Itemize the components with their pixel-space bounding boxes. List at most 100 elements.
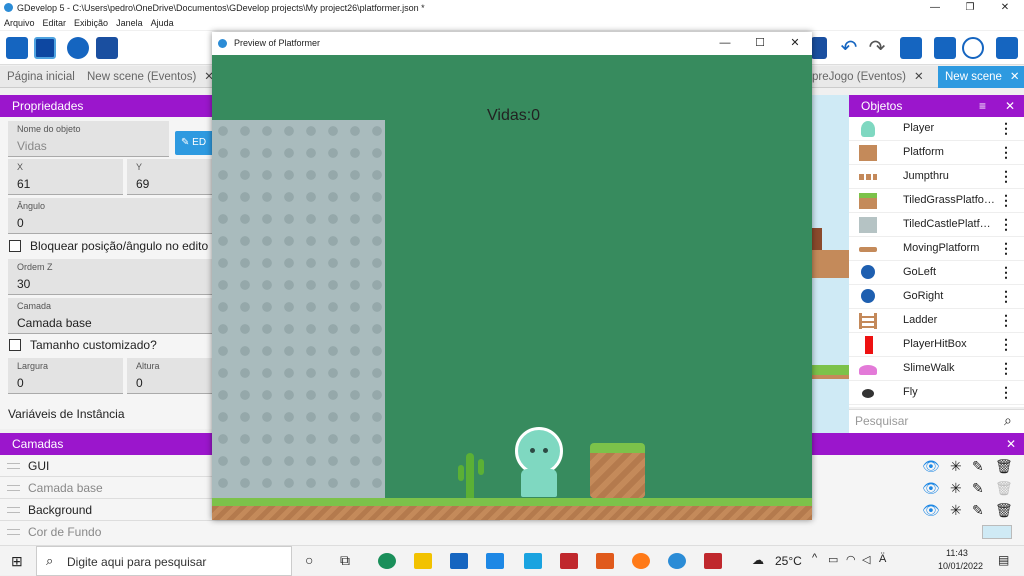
effects-sparkle-icon[interactable]: ✳ [950, 480, 962, 497]
layer-item-background-color[interactable]: Cor de Fundo [0, 521, 500, 543]
object-item-ladder[interactable]: Ladder ⋮ [849, 309, 1024, 333]
menu-exibicao[interactable]: Exibição [74, 18, 108, 28]
game-canvas[interactable]: Vidas:0 [212, 55, 812, 520]
weather-temperature[interactable]: 25°C [775, 554, 802, 568]
drag-handle-icon[interactable] [7, 507, 20, 513]
object-item-tiledgrass[interactable]: TiledGrassPlatfo… ⋮ [849, 189, 1024, 213]
menu-editar[interactable]: Editar [43, 18, 67, 28]
edit-pencil-icon[interactable]: ✎ [972, 480, 984, 497]
more-options-icon[interactable]: ⋮ [999, 312, 1013, 328]
project-manager-icon[interactable] [6, 37, 28, 59]
maximize-icon[interactable]: ❐ [955, 0, 985, 15]
mail-icon[interactable] [486, 553, 504, 569]
volume-icon[interactable]: ◁ [862, 553, 870, 566]
tab-new-scene-events[interactable]: New scene (Eventos) ✕ [80, 66, 215, 88]
tab-home[interactable]: Página inicial [0, 66, 80, 88]
undo-icon[interactable]: ↶ [838, 37, 860, 59]
y-field[interactable]: Y 69 [127, 159, 212, 195]
scene-canvas[interactable] [812, 95, 849, 433]
taskbar-search-box[interactable]: ⌕ Digite aqui para pesquisar [36, 546, 292, 576]
more-options-icon[interactable]: ⋮ [999, 360, 1013, 376]
width-field[interactable]: Largura 0 [8, 358, 123, 394]
menu-janela[interactable]: Janela [116, 18, 143, 28]
wifi-icon[interactable]: ◠ [846, 553, 856, 566]
toolbar-icon-partial[interactable] [811, 37, 827, 59]
language-icon[interactable]: Ä [879, 553, 886, 565]
more-options-icon[interactable]: ⋮ [999, 336, 1013, 352]
preview-minimize-icon[interactable]: — [708, 32, 742, 55]
debugger-chip-icon[interactable] [96, 37, 118, 59]
lock-position-checkbox[interactable]: Bloquear posição/ângulo no edito [9, 239, 208, 253]
redo-icon[interactable]: ↷ [866, 37, 888, 59]
file-explorer-icon[interactable] [414, 553, 432, 569]
objects-search[interactable]: Pesquisar ⌕ [849, 409, 1024, 433]
network-icon[interactable]: ▭ [828, 553, 838, 566]
more-options-icon[interactable]: ⋮ [999, 168, 1013, 184]
object-item-platform[interactable]: Platform ⋮ [849, 141, 1024, 165]
edit-pencil-icon[interactable]: ✎ [972, 458, 984, 475]
close-icon[interactable]: ✕ [990, 0, 1020, 15]
edit-pencil-icon[interactable]: ✎ [972, 502, 984, 519]
more-options-icon[interactable]: ⋮ [999, 192, 1013, 208]
filter-icon[interactable]: ≡ [979, 95, 986, 117]
more-options-icon[interactable]: ⋮ [999, 120, 1013, 136]
gdevelop-taskbar-icon[interactable] [668, 553, 686, 569]
l-app-icon[interactable] [524, 553, 542, 569]
menu-arquivo[interactable]: Arquivo [4, 18, 35, 28]
delete-trash-icon[interactable]: 🗑 [995, 502, 1013, 519]
minimize-icon[interactable]: — [920, 0, 950, 15]
object-item-playerhitbox[interactable]: PlayerHitBox ⋮ [849, 333, 1024, 357]
more-options-icon[interactable]: ⋮ [999, 384, 1013, 400]
tray-chevron-icon[interactable]: ^ [812, 552, 817, 564]
store-icon[interactable] [450, 553, 468, 569]
object-item-slimewalk[interactable]: SlimeWalk ⋮ [849, 357, 1024, 381]
object-item-player[interactable]: Player ⋮ [849, 117, 1024, 141]
visibility-eye-icon[interactable]: 👁 [922, 458, 940, 475]
clock-date[interactable]: 10/01/2022 [938, 561, 983, 571]
tab-prejogo-events[interactable]: preJogo (Eventos) ✕ [812, 66, 938, 88]
object-item-jumpthru[interactable]: Jumpthru ⋮ [849, 165, 1024, 189]
visibility-eye-icon[interactable]: 👁 [922, 502, 940, 519]
weather-icon[interactable]: ☁ [752, 553, 764, 567]
instance-variables-label[interactable]: Variáveis de Instância [8, 407, 125, 421]
object-item-tiledcastle[interactable]: TiledCastlePlatf… ⋮ [849, 213, 1024, 237]
angle-field[interactable]: Ângulo 0 [8, 198, 212, 234]
menu-ajuda[interactable]: Ajuda [151, 18, 174, 28]
z-order-field[interactable]: Ordem Z 30 [8, 259, 212, 295]
edit-object-button[interactable]: ✎ ED [175, 131, 212, 155]
more-options-icon[interactable]: ⋮ [999, 240, 1013, 256]
preview-lightning-icon[interactable] [67, 37, 89, 59]
custom-size-checkbox[interactable]: Tamanho customizado? [9, 338, 157, 352]
edge-icon[interactable] [378, 553, 396, 569]
delete-selection-icon[interactable] [900, 37, 922, 59]
scene-icon[interactable] [34, 37, 56, 59]
close-tab-icon[interactable]: ✕ [914, 71, 924, 83]
cortana-icon[interactable]: ○ [305, 552, 313, 568]
search-icon[interactable]: ⌕ [1004, 412, 1012, 429]
object-item-goright[interactable]: GoRight ⋮ [849, 285, 1024, 309]
grid-icon[interactable] [934, 37, 956, 59]
drag-handle-icon[interactable] [7, 485, 20, 491]
more-options-icon[interactable]: ⋮ [999, 264, 1013, 280]
more-options-icon[interactable]: ⋮ [999, 216, 1013, 232]
mcafee-icon[interactable] [704, 553, 722, 569]
windows-start-icon[interactable]: ⊞ [11, 553, 23, 570]
height-field[interactable]: Altura 0 [127, 358, 212, 394]
preview-close-icon[interactable]: ✕ [778, 32, 812, 55]
close-tab-icon[interactable]: ✕ [1010, 71, 1020, 83]
close-objects-panel-icon[interactable]: ✕ [1005, 95, 1015, 117]
object-item-movingplatform[interactable]: MovingPlatform ⋮ [849, 237, 1024, 261]
x-field[interactable]: X 61 [8, 159, 123, 195]
effects-sparkle-icon[interactable]: ✳ [950, 502, 962, 519]
office-icon[interactable] [596, 553, 614, 569]
object-item-fly[interactable]: Fly ⋮ [849, 381, 1024, 405]
settings-wrench-icon[interactable] [996, 37, 1018, 59]
object-item-goleft[interactable]: GoLeft ⋮ [849, 261, 1024, 285]
delete-trash-icon[interactable]: 🗑 [995, 458, 1013, 475]
more-options-icon[interactable]: ⋮ [999, 288, 1013, 304]
notification-icon[interactable]: ▤ [998, 553, 1009, 567]
drag-handle-icon[interactable] [7, 463, 20, 469]
firefox-icon[interactable] [632, 553, 650, 569]
more-options-icon[interactable]: ⋮ [999, 144, 1013, 160]
visibility-eye-icon[interactable]: 👁 [922, 480, 940, 497]
